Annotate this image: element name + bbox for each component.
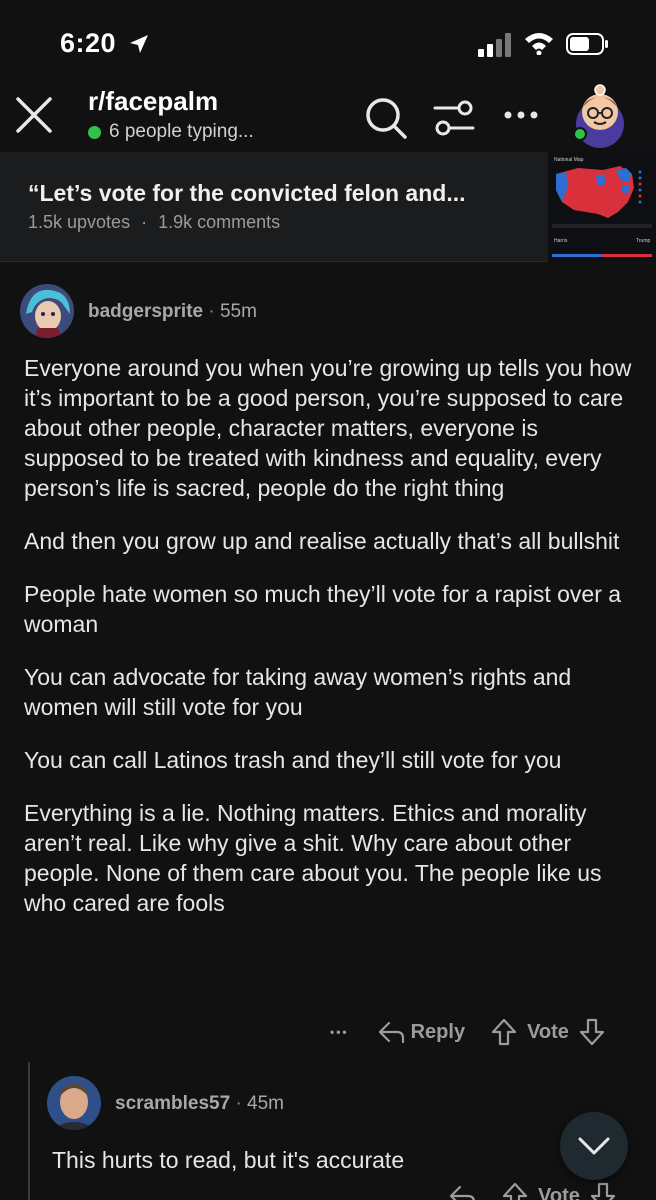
comment-paragraph: Everything is a lie. Nothing matters. Et…	[24, 800, 602, 916]
comment-actions: ••• Reply Vote	[330, 1018, 605, 1046]
photo-avatar-icon	[47, 1076, 101, 1130]
comment-reply: scrambles57 · 45m This hurts to read, bu…	[0, 1062, 656, 1200]
filter-icon[interactable]	[432, 98, 476, 138]
post-title[interactable]: “Let’s vote for the convicted felon and.…	[28, 180, 465, 207]
post-meta: 1.5k upvotes · 1.9k comments	[28, 212, 280, 233]
typing-indicator: 6 people typing...	[88, 121, 254, 143]
comment-avatar[interactable]	[20, 284, 74, 338]
reply-icon[interactable]	[448, 1184, 476, 1200]
comment-body: Everyone around you when you’re growing …	[24, 353, 632, 941]
vote-label: Vote	[527, 1020, 569, 1043]
comment-paragraph: Everyone around you when you’re growing …	[24, 355, 632, 501]
comment-paragraph: You can call Latinos trash and they’ll s…	[24, 747, 562, 773]
chevron-down-icon	[578, 1137, 610, 1155]
comment-author[interactable]: badgersprite	[88, 301, 203, 322]
snoo-avatar-icon	[573, 84, 624, 148]
upvote-icon[interactable]	[502, 1182, 528, 1200]
comment-time: 45m	[247, 1093, 285, 1114]
more-icon[interactable]	[503, 110, 539, 120]
comment-author[interactable]: scrambles57	[115, 1093, 230, 1114]
close-icon[interactable]	[14, 95, 54, 135]
search-icon[interactable]	[364, 96, 408, 140]
vote-label: Vote	[538, 1184, 580, 1200]
battery-icon	[566, 33, 608, 55]
author-separator: ·	[235, 1093, 248, 1114]
election-map-thumbnail: National Map Harris Trump	[548, 152, 656, 262]
wifi-icon	[525, 33, 553, 55]
comment-actions: Vote	[448, 1182, 616, 1200]
thumb-right-label: Trump	[636, 238, 650, 244]
thumb-left-label: Harris	[554, 238, 568, 244]
comment-author-line: badgersprite · 55m	[88, 301, 257, 323]
comment: badgersprite · 55m Everyone around you w…	[0, 262, 656, 1062]
post-upvotes: 1.5k upvotes	[28, 212, 131, 232]
comment-paragraph: People hate women so much they’ll vote f…	[24, 581, 622, 637]
thumb-title: National Map	[554, 157, 584, 163]
comment-time: 55m	[219, 301, 257, 322]
signal-icon	[478, 33, 511, 57]
comment-paragraph: You can advocate for taking away women’s…	[24, 664, 572, 720]
subreddit-name[interactable]: r/facepalm	[88, 86, 218, 117]
author-separator: ·	[208, 301, 220, 322]
post-thumbnail[interactable]: National Map Harris Trump	[548, 152, 656, 262]
post-comment-count: 1.9k comments	[158, 212, 281, 232]
more-options-button[interactable]: •••	[330, 1025, 349, 1039]
comment-avatar[interactable]	[47, 1076, 101, 1130]
downvote-icon[interactable]	[590, 1182, 616, 1200]
reply-label: Reply	[410, 1020, 466, 1043]
meta-separator: ·	[141, 212, 148, 232]
vote-control: Vote	[491, 1018, 605, 1046]
reply-icon	[378, 1021, 404, 1044]
next-comment-button[interactable]	[560, 1112, 628, 1180]
online-dot-icon	[88, 125, 101, 139]
comment-paragraph: And then you grow up and realise actuall…	[24, 528, 620, 554]
comment-author-line: scrambles57 · 45m	[115, 1093, 284, 1115]
subreddit-header: r/facepalm 6 people typing...	[0, 80, 656, 152]
post-preview[interactable]: “Let’s vote for the convicted felon and.…	[0, 152, 656, 262]
reply-button[interactable]: Reply	[377, 1020, 465, 1044]
typing-status: 6 people typing...	[109, 121, 254, 142]
status-time: 6:20	[60, 28, 117, 58]
status-bar: 6:20	[0, 0, 656, 80]
downvote-icon[interactable]	[579, 1018, 605, 1046]
upvote-icon[interactable]	[491, 1018, 517, 1046]
location-arrow-icon	[130, 35, 148, 53]
comment-paragraph: This hurts to read, but it's accurate	[52, 1147, 405, 1173]
anime-avatar-icon	[20, 284, 74, 338]
user-avatar[interactable]	[570, 82, 630, 148]
